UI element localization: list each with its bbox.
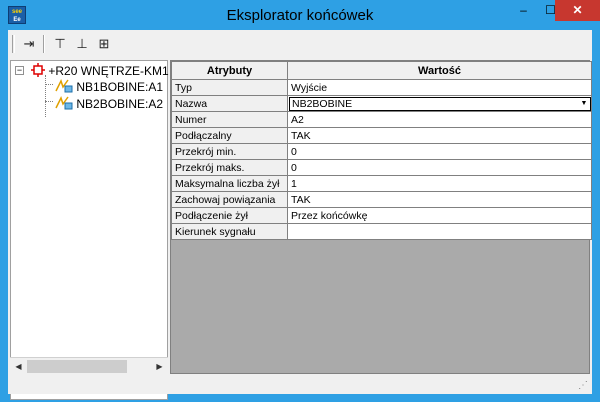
connector-group-icon[interactable]: ⊞ — [94, 34, 114, 54]
horizontal-scrollbar[interactable]: ◀ ▶ — [10, 357, 168, 374]
close-button[interactable]: ✕ — [555, 0, 600, 21]
table-row: Kierunek sygnału — [171, 223, 592, 240]
tree-connector — [45, 101, 53, 102]
table-row: Przekrój maks. 0 — [171, 159, 592, 176]
value-cell[interactable]: Przez końcówkę — [287, 207, 592, 224]
terminal-tree[interactable]: − +R20 WNĘTRZE-KM1 NB1BOBINE:A1 NB2BOBIN… — [10, 60, 169, 400]
tree-item-child[interactable]: NB1BOBINE:A1 — [55, 79, 163, 95]
value-cell[interactable]: NB2BOBINE ▼ — [287, 95, 592, 112]
component-icon — [31, 63, 45, 77]
properties-table: Atrybuty Wartość Typ Wyjście Nazwa NB2BO… — [171, 61, 592, 240]
terminal-icon[interactable]: ⇥ — [19, 34, 39, 54]
resize-grip-icon[interactable]: ⋰ — [578, 380, 590, 392]
attribute-cell: Przekrój maks. — [171, 159, 288, 176]
attribute-cell: Typ — [171, 79, 288, 96]
client-area: ⇥ ⊤ ⊥ ⊞ − +R20 WNĘTRZE-KM1 NB1BOBINE:A1 … — [8, 30, 592, 400]
attribute-cell: Numer — [171, 111, 288, 128]
attribute-cell: Maksymalna liczba żył — [171, 175, 288, 192]
tree-connector — [45, 84, 53, 85]
value-cell[interactable]: A2 — [287, 111, 592, 128]
tree-connector — [45, 75, 46, 117]
tree-expander[interactable]: − — [15, 66, 24, 75]
tree-item-label: NB2BOBINE:A2 — [76, 97, 164, 111]
coil-icon — [55, 96, 73, 110]
window: see Ee Eksplorator końcówek ‒ ☐ ✕ ⇥ ⊤ ⊥ … — [0, 0, 600, 402]
value-cell[interactable]: TAK — [287, 127, 592, 144]
column-header-value[interactable]: Wartość — [287, 61, 592, 80]
table-row: Zachowaj powiązania TAK — [171, 191, 592, 208]
connector-b-icon[interactable]: ⊥ — [72, 34, 92, 54]
scroll-left-icon[interactable]: ◀ — [10, 358, 27, 375]
scroll-right-icon[interactable]: ▶ — [151, 358, 168, 375]
column-header-attributes[interactable]: Atrybuty — [171, 61, 288, 80]
value-cell[interactable]: 1 — [287, 175, 592, 192]
table-row: Numer A2 — [171, 111, 592, 128]
table-row: Przekrój min. 0 — [171, 143, 592, 160]
attribute-cell: Podłączalny — [171, 127, 288, 144]
table-row: Podłączenie żył Przez końcówkę — [171, 207, 592, 224]
status-bar: ⋰ — [8, 374, 592, 394]
attribute-cell: Podłączenie żył — [171, 207, 288, 224]
table-row: Podłączalny TAK — [171, 127, 592, 144]
tree-item-child[interactable]: NB2BOBINE:A2 — [55, 96, 163, 112]
minimize-button[interactable]: ‒ — [510, 0, 537, 21]
value-cell[interactable] — [287, 223, 592, 240]
table-row: Typ Wyjście — [171, 79, 592, 96]
toolbar: ⇥ ⊤ ⊥ ⊞ — [8, 30, 592, 58]
properties-grid: Atrybuty Wartość Typ Wyjście Nazwa NB2BO… — [170, 60, 592, 374]
combobox-value: NB2BOBINE — [292, 97, 353, 110]
attribute-cell: Kierunek sygnału — [171, 223, 288, 240]
tree-item-root[interactable]: +R20 WNĘTRZE-KM1 — [31, 63, 169, 79]
toolbar-separator — [43, 35, 45, 53]
scroll-thumb[interactable] — [27, 360, 127, 373]
table-row: Maksymalna liczba żył 1 — [171, 175, 592, 192]
tree-item-label: NB1BOBINE:A1 — [76, 80, 164, 94]
connector-a-icon[interactable]: ⊤ — [50, 34, 70, 54]
attribute-cell: Przekrój min. — [171, 143, 288, 160]
value-cell[interactable]: 0 — [287, 159, 592, 176]
attribute-cell: Nazwa — [171, 95, 288, 112]
coil-icon — [55, 79, 73, 93]
tree-item-label: +R20 WNĘTRZE-KM1 — [48, 64, 169, 78]
attribute-cell: Zachowaj powiązania — [171, 191, 288, 208]
value-cell[interactable]: Wyjście — [287, 79, 592, 96]
value-cell[interactable]: 0 — [287, 143, 592, 160]
chevron-down-icon[interactable]: ▼ — [578, 98, 590, 110]
table-row: Nazwa NB2BOBINE ▼ — [171, 95, 592, 112]
value-cell[interactable]: TAK — [287, 191, 592, 208]
title-bar[interactable]: see Ee Eksplorator końcówek ‒ ☐ ✕ — [0, 0, 600, 30]
name-combobox[interactable]: NB2BOBINE ▼ — [289, 96, 591, 111]
toolbar-grip[interactable] — [12, 35, 15, 53]
